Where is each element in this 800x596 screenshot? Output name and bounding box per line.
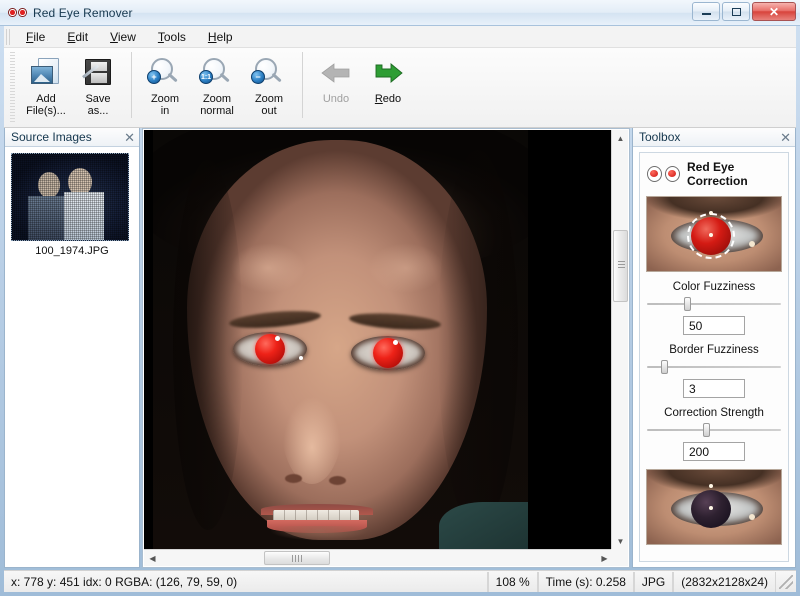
menu-bar: FFileile Edit View Tools Help: [4, 26, 796, 48]
image-viewport: ▲ ▼ ◀ ▶: [142, 128, 630, 568]
red-eyes-icon: [8, 8, 27, 17]
scroll-left-arrow-icon[interactable]: ◀: [144, 550, 161, 567]
zoom-out-icon: −: [252, 57, 286, 89]
status-elapsed-time: Time (s): 0.258: [538, 572, 634, 592]
add-files-icon: [29, 57, 63, 89]
color-fuzziness-slider[interactable]: [647, 296, 781, 312]
title-bar: Red Eye Remover ✕: [0, 0, 800, 26]
menu-item-help[interactable]: Help: [197, 28, 244, 46]
close-button[interactable]: ✕: [752, 2, 796, 21]
correction-strength-slider[interactable]: [647, 422, 781, 438]
zoom-normal-label: Zoom normal: [200, 93, 234, 117]
undo-button[interactable]: Undo: [310, 50, 362, 124]
eye-preview-after[interactable]: [646, 469, 782, 545]
toolbar-drag-grip[interactable]: [10, 52, 15, 122]
border-fuzziness-value[interactable]: 3: [683, 379, 745, 398]
border-fuzziness-label: Border Fuzziness: [640, 344, 788, 356]
zoom-in-button[interactable]: + Zoom in: [139, 50, 191, 124]
resize-grip-icon[interactable]: [779, 575, 793, 589]
scrollbar-corner: [611, 549, 628, 566]
save-as-label: Save as...: [85, 93, 110, 117]
thumbnail-image[interactable]: [11, 153, 129, 241]
horizontal-scroll-thumb[interactable]: [264, 551, 330, 565]
minimize-button[interactable]: [692, 2, 720, 21]
redo-button[interactable]: Redo: [362, 50, 414, 124]
zoom-normal-icon: 1:1: [200, 57, 234, 89]
red-eye-right: [373, 338, 403, 368]
color-fuzziness-value[interactable]: 50: [683, 316, 745, 335]
menu-item-edit[interactable]: Edit: [56, 28, 99, 46]
window-title: Red Eye Remover: [33, 6, 133, 20]
application-window: Red Eye Remover ✕ FFileile Edit View Too…: [0, 0, 800, 596]
source-images-close-icon[interactable]: ✕: [124, 131, 135, 144]
redo-arrow-icon: [371, 57, 405, 89]
save-as-button[interactable]: Save as...: [72, 50, 124, 124]
vertical-scrollbar[interactable]: ▲ ▼: [611, 130, 628, 550]
toolbox-body: Red Eye Correction Color Fuzziness 50 Bo…: [639, 152, 789, 562]
toolbox-header: Toolbox ✕: [633, 128, 795, 147]
source-images-list: 100_1974.JPG: [5, 147, 139, 257]
correction-strength-value[interactable]: 200: [683, 442, 745, 461]
status-file-format: JPG: [634, 572, 673, 592]
source-images-title: Source Images: [11, 130, 92, 144]
tool-name: Red Eye Correction: [687, 160, 788, 188]
thumbnail-filename: 100_1974.JPG: [11, 245, 133, 257]
status-coordinates: x: 778 y: 451 idx: 0 RGBA: (126, 79, 59,…: [4, 572, 488, 592]
toolbox-close-icon[interactable]: ✕: [780, 131, 791, 144]
source-images-header: Source Images ✕: [5, 128, 139, 147]
undo-label: Undo: [323, 93, 349, 105]
list-item[interactable]: 100_1974.JPG: [11, 153, 133, 257]
menu-item-file[interactable]: FFileile: [15, 28, 56, 46]
add-files-label: Add File(s)...: [26, 93, 66, 117]
zoom-out-button[interactable]: − Zoom out: [243, 50, 295, 124]
toolbox-panel: Toolbox ✕ Red Eye Correction Color Fuz: [632, 128, 796, 568]
scroll-up-arrow-icon[interactable]: ▲: [612, 130, 629, 147]
color-fuzziness-label: Color Fuzziness: [640, 281, 788, 293]
red-eye-left: [255, 334, 285, 364]
zoom-in-icon: +: [148, 57, 182, 89]
toolbox-title: Toolbox: [639, 130, 680, 144]
undo-arrow-icon: [319, 57, 353, 89]
toolbar-separator: [131, 52, 132, 118]
save-as-icon: [81, 57, 115, 89]
zoom-normal-button[interactable]: 1:1 Zoom normal: [191, 50, 243, 124]
image-canvas[interactable]: [144, 130, 613, 550]
redo-label: Redo: [375, 93, 401, 105]
add-files-button[interactable]: Add File(s)...: [20, 50, 72, 124]
menu-item-view[interactable]: View: [99, 28, 147, 46]
tool-header: Red Eye Correction: [640, 153, 788, 194]
main-toolbar: Add File(s)... Save as... + Zoom in: [4, 48, 796, 128]
vertical-scroll-thumb[interactable]: [613, 230, 628, 302]
red-eyes-icon: [647, 166, 680, 182]
eye-preview-before[interactable]: [646, 196, 782, 272]
status-zoom-level: 108 %: [488, 572, 538, 592]
toolbar-separator: [302, 52, 303, 118]
zoom-in-label: Zoom in: [151, 93, 179, 117]
horizontal-scrollbar[interactable]: ◀ ▶: [144, 549, 613, 566]
window-controls: ✕: [692, 2, 796, 21]
source-images-panel: Source Images ✕ 100_1974.JPG: [4, 128, 140, 568]
menu-item-tools[interactable]: Tools: [147, 28, 197, 46]
border-fuzziness-slider[interactable]: [647, 359, 781, 375]
correction-strength-label: Correction Strength: [640, 407, 788, 419]
menu-drag-grip[interactable]: [6, 29, 12, 45]
maximize-button[interactable]: [722, 2, 750, 21]
zoom-out-label: Zoom out: [255, 93, 283, 117]
scroll-down-arrow-icon[interactable]: ▼: [612, 533, 629, 550]
status-image-dimensions: (2832x2128x24): [673, 572, 776, 592]
photo-content: [153, 130, 528, 550]
status-bar: x: 778 y: 451 idx: 0 RGBA: (126, 79, 59,…: [4, 570, 796, 592]
